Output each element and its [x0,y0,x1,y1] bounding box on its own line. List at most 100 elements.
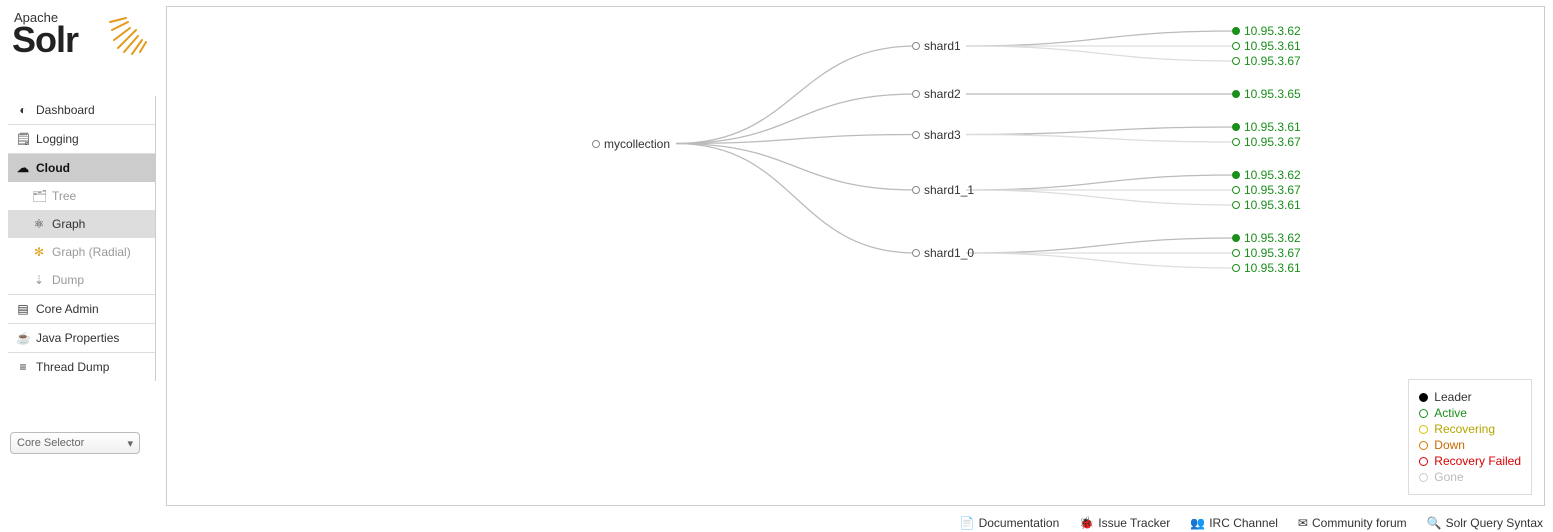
graph-node-shard[interactable]: shard1_1 [912,183,974,197]
sidebar-item-graph[interactable]: ⚛ Graph [8,210,155,238]
graph-node-replica[interactable]: 10.95.3.67 [1232,246,1301,260]
footer-query-link[interactable]: 🔍Solr Query Syntax [1427,516,1543,530]
node-label: 10.95.3.67 [1244,183,1301,197]
node-label: shard1_0 [924,246,974,260]
graph-node-shard[interactable]: shard2 [912,87,961,101]
sun-icon [108,10,156,58]
sidebar-item-thread-dump[interactable]: ≡ Thread Dump [8,352,155,381]
sidebar-item-coreadmin[interactable]: ▤ Core Admin [8,294,155,323]
sidebar-item-tree[interactable]: 🗂 Tree [8,182,155,210]
doc-icon: 📄 [960,516,975,530]
node-dot [912,42,920,50]
java-icon: ☕ [16,331,30,345]
node-label: shard3 [924,128,961,142]
footer-documentation-link[interactable]: 📄Documentation [960,516,1060,530]
query-icon: 🔍 [1427,516,1442,530]
thread-icon: ≡ [16,360,30,374]
chevron-down-icon: ▾ [127,437,133,450]
node-dot [1232,234,1240,242]
legend-leader-label: Leader [1434,390,1471,404]
sidebar-item-label: Tree [52,189,76,203]
node-label: shard1_1 [924,183,974,197]
node-dot [912,90,920,98]
main-panel: 10.95.3.6210.95.3.6110.95.3.67shard110.9… [166,6,1545,506]
legend-gone-icon [1419,473,1428,482]
sidebar-item-cloud[interactable]: ☁ Cloud [8,153,155,182]
node-label: 10.95.3.62 [1244,24,1301,38]
sidebar-item-label: Dashboard [36,103,95,117]
node-label: 10.95.3.61 [1244,120,1301,134]
core-selector-dropdown[interactable]: Core Selector ▾ [10,432,140,454]
footer-irc-link[interactable]: 👥IRC Channel [1190,516,1278,530]
node-dot [1232,90,1240,98]
node-label: shard1 [924,39,961,53]
node-label: shard2 [924,87,961,101]
graph-icon: ⚛ [32,217,46,231]
node-dot [1232,27,1240,35]
sidebar-item-label: Cloud [36,161,70,175]
legend-gone-label: Gone [1434,470,1463,484]
dump-icon: ⇣ [32,273,46,287]
graph-node-replica[interactable]: 10.95.3.61 [1232,261,1301,275]
legend-active-label: Active [1434,406,1467,420]
footer: 📄Documentation 🐞Issue Tracker 👥IRC Chann… [0,516,1553,530]
node-dot [1232,123,1240,131]
node-label: mycollection [604,137,670,151]
node-dot [912,186,920,194]
node-dot [1232,186,1240,194]
node-label: 10.95.3.67 [1244,54,1301,68]
node-dot [1232,171,1240,179]
graph-node-replica[interactable]: 10.95.3.65 [1232,87,1301,101]
solr-logo: Apache Solr [12,10,152,61]
graph-node-replica[interactable]: 10.95.3.62 [1232,24,1301,38]
sidebar-item-graph-radial[interactable]: ✻ Graph (Radial) [8,238,155,266]
legend-active-icon [1419,409,1428,418]
sidebar-item-label: Thread Dump [36,360,109,374]
node-dot [592,140,600,148]
node-dot [1232,264,1240,272]
graph-node-replica[interactable]: 10.95.3.61 [1232,198,1301,212]
node-dot [912,249,920,257]
graph-node-replica[interactable]: 10.95.3.61 [1232,39,1301,53]
graph-node-shard[interactable]: shard1 [912,39,961,53]
graph-node-shard[interactable]: shard3 [912,128,961,142]
graph-node-replica[interactable]: 10.95.3.67 [1232,135,1301,149]
sidebar-item-dashboard[interactable]: ◐ Dashboard [8,96,155,124]
graph-node-replica[interactable]: 10.95.3.67 [1232,54,1301,68]
footer-community-link[interactable]: ✉Community forum [1298,516,1407,530]
cloud-icon: ☁ [16,161,30,175]
node-label: 10.95.3.61 [1244,198,1301,212]
legend-recovering-label: Recovering [1434,422,1495,436]
node-label: 10.95.3.67 [1244,246,1301,260]
node-label: 10.95.3.61 [1244,261,1301,275]
graph-node-collection[interactable]: mycollection [592,137,670,151]
node-dot [1232,201,1240,209]
node-dot [1232,249,1240,257]
footer-issue-link[interactable]: 🐞Issue Tracker [1079,516,1170,530]
graph-node-replica[interactable]: 10.95.3.62 [1232,168,1301,182]
sidebar-item-logging[interactable]: 🗒 Logging [8,124,155,153]
core-icon: ▤ [16,302,30,316]
graph-node-shard[interactable]: shard1_0 [912,246,974,260]
graph-node-replica[interactable]: 10.95.3.62 [1232,231,1301,245]
sidebar-item-label: Core Admin [36,302,99,316]
graph-node-replica[interactable]: 10.95.3.61 [1232,120,1301,134]
core-selector-label: Core Selector [17,437,84,449]
sidebar: ◐ Dashboard 🗒 Logging ☁ Cloud 🗂 Tree ⚛ G… [8,96,156,381]
tree-icon: 🗂 [32,189,46,203]
legend-down-icon [1419,441,1428,450]
node-dot [1232,42,1240,50]
sidebar-item-java-properties[interactable]: ☕ Java Properties [8,323,155,352]
sidebar-item-label: Graph [52,217,85,231]
graph-node-replica[interactable]: 10.95.3.67 [1232,183,1301,197]
node-label: 10.95.3.67 [1244,135,1301,149]
log-icon: 🗒 [16,132,30,146]
legend: Leader Active Recovering Down Recovery F… [1408,379,1532,495]
sidebar-item-dump[interactable]: ⇣ Dump [8,266,155,294]
graph-links [167,7,1544,505]
legend-down-label: Down [1434,438,1465,452]
node-dot [1232,138,1240,146]
legend-leader-icon [1419,393,1428,402]
mail-icon: ✉ [1298,516,1308,530]
sidebar-item-label: Java Properties [36,331,119,345]
